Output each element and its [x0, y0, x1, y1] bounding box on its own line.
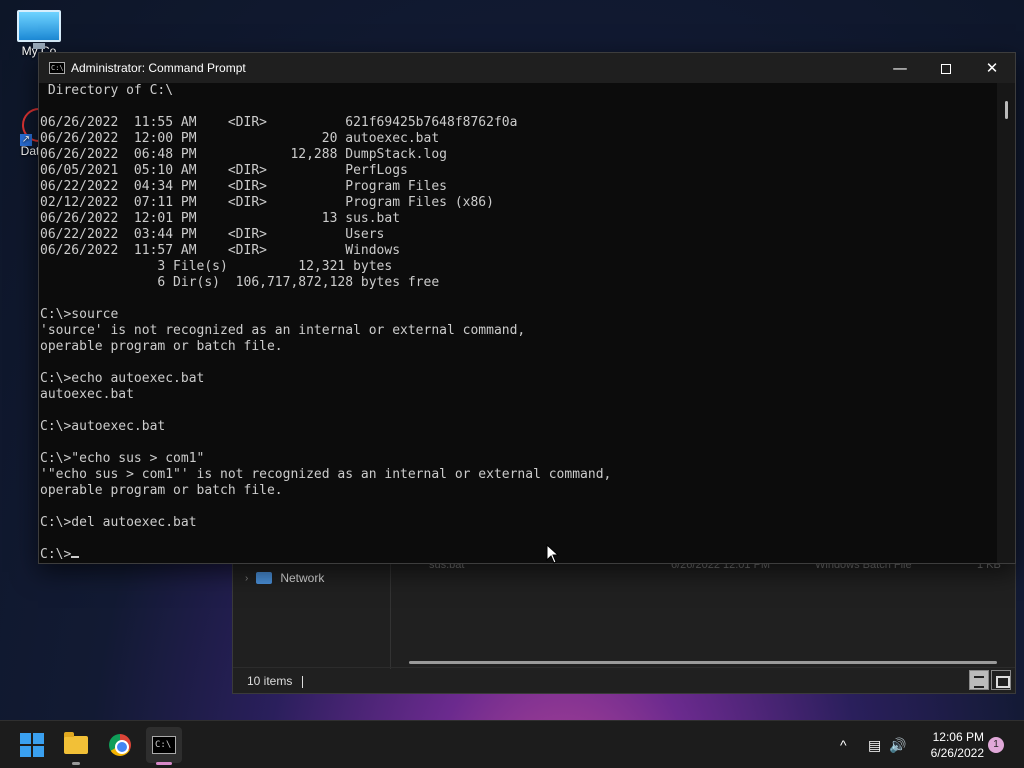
taskbar: C:\ ^ ▤ 🔊 12:06 PM 6/26/2022 1 [0, 720, 1024, 768]
command-prompt-window[interactable]: C:\ Administrator: Command Prompt — ✕ Di… [38, 52, 1016, 564]
network-icon [256, 572, 273, 584]
taskbar-command-prompt[interactable]: C:\ [146, 727, 182, 765]
console-line: C:\>"echo sus > com1" [40, 451, 205, 466]
desktop-icon-my-computer[interactable]: My Co [0, 10, 78, 58]
console-line: 06/26/2022 12:00 PM 20 autoexec.bat [40, 131, 440, 146]
nav-item-network[interactable]: › Network [245, 571, 324, 585]
folder-icon [64, 732, 88, 754]
chrome-icon [109, 734, 131, 756]
console-line: 06/26/2022 06:48 PM 12,288 DumpStack.log [40, 147, 447, 162]
volume-icon: 🔊 [889, 736, 907, 753]
close-button[interactable]: ✕ [969, 53, 1015, 83]
monitor-icon [17, 10, 61, 49]
file-explorer-window[interactable]: › Network sus.bat 6/26/2022 12:01 PM Win… [232, 559, 1016, 694]
console-line: C:\>echo autoexec.bat [40, 371, 205, 386]
text-cursor [71, 556, 80, 558]
title-bar[interactable]: C:\ Administrator: Command Prompt — ✕ [39, 53, 1015, 83]
window-title: Administrator: Command Prompt [71, 61, 246, 75]
console-prompt: C:\> [40, 547, 72, 562]
console-line: 06/26/2022 12:01 PM 13 sus.bat [40, 211, 401, 226]
console-text: Directory of C:\ 06/26/2022 11:55 AM <DI… [40, 83, 997, 563]
active-indicator [156, 762, 172, 765]
clock[interactable]: 12:06 PM 6/26/2022 [918, 721, 984, 768]
running-indicator [72, 762, 80, 765]
network-icon: ▤ [868, 736, 882, 753]
console-line: 06/26/2022 11:55 AM <DIR> 621f69425b7648… [40, 115, 518, 130]
console-line: C:\>del autoexec.bat [40, 515, 197, 530]
start-button[interactable] [14, 727, 50, 763]
console-line: C:\>source [40, 307, 119, 322]
notification-badge: 1 [988, 737, 1004, 753]
vertical-scrollbar[interactable] [997, 83, 1015, 563]
tiles-view-button[interactable] [991, 670, 1011, 690]
nav-item-label: Network [280, 571, 325, 585]
item-count: 10 items [247, 674, 293, 688]
status-separator [302, 675, 304, 688]
console-line: 02/12/2022 07:11 PM <DIR> Program Files … [40, 195, 494, 210]
maximize-icon [941, 63, 951, 74]
console-line: '"echo sus > com1"' is not recognized as… [40, 467, 612, 482]
minimize-button[interactable]: — [877, 53, 923, 83]
console-line: 06/26/2022 11:57 AM <DIR> Windows [40, 243, 401, 258]
details-view-button[interactable] [969, 670, 989, 690]
chevron-up-icon: ^ [840, 737, 847, 753]
quick-settings[interactable]: ▤ 🔊 [868, 721, 907, 768]
cmd-app-icon: C:\ [49, 62, 65, 74]
console-line: Directory of C:\ [40, 83, 174, 98]
scrollbar-thumb[interactable] [1005, 101, 1008, 119]
horizontal-scrollbar[interactable] [409, 661, 997, 664]
windows-logo-icon [20, 733, 44, 757]
console-line: 6 Dir(s) 106,717,872,128 bytes free [40, 275, 440, 290]
notification-center-button[interactable]: 1 [988, 721, 1004, 768]
console-output[interactable]: Directory of C:\ 06/26/2022 11:55 AM <DI… [39, 83, 997, 563]
clock-time: 12:06 PM [932, 730, 984, 744]
maximize-button[interactable] [923, 53, 969, 83]
console-line: operable program or batch file. [40, 339, 283, 354]
navigation-pane: › Network [233, 561, 391, 669]
console-line: operable program or batch file. [40, 483, 283, 498]
chevron-right-icon[interactable]: › [245, 573, 248, 584]
console-line: 3 File(s) 12,321 bytes [40, 259, 393, 274]
console-line: autoexec.bat [40, 387, 134, 402]
console-line: 06/22/2022 04:34 PM <DIR> Program Files [40, 179, 447, 194]
clock-date: 6/26/2022 [930, 746, 984, 760]
taskbar-file-explorer[interactable] [58, 727, 94, 765]
console-line: 'source' is not recognized as an interna… [40, 323, 526, 338]
cmd-icon: C:\ [152, 736, 176, 754]
show-hidden-icons-button[interactable]: ^ [840, 721, 847, 768]
status-bar: 10 items [233, 667, 1015, 693]
console-line: 06/22/2022 03:44 PM <DIR> Users [40, 227, 385, 242]
console-line: 06/05/2021 05:10 AM <DIR> PerfLogs [40, 163, 408, 178]
console-line: C:\>autoexec.bat [40, 419, 166, 434]
taskbar-chrome[interactable] [102, 727, 138, 763]
